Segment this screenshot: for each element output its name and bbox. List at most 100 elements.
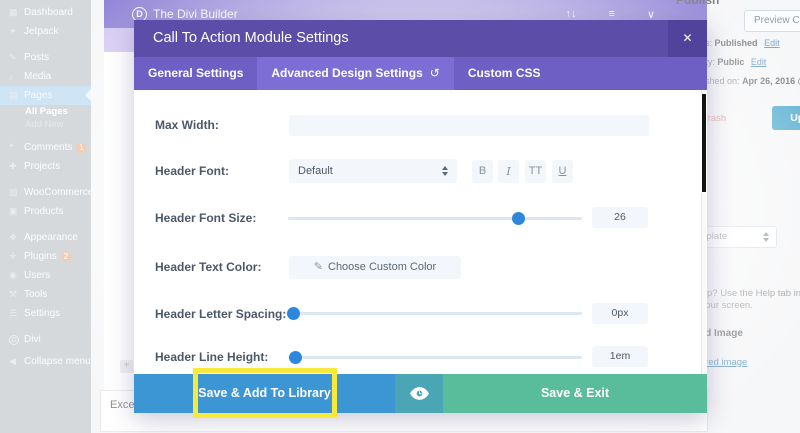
sidebar-item-label: Appearance	[24, 232, 78, 243]
header-font-size-label: Header Font Size:	[155, 211, 256, 225]
max-width-input[interactable]	[289, 115, 649, 136]
tab-general-settings[interactable]: General Settings	[134, 57, 257, 90]
jetpack-icon: ✦	[9, 26, 24, 37]
max-width-label: Max Width:	[155, 118, 219, 132]
sidebar-item-collapse-menu[interactable]: ◀Collapse menu	[0, 352, 91, 371]
comments-icon: ❝	[9, 142, 24, 153]
modal-body: Max Width: Header Font: Default B I TT U…	[134, 90, 707, 374]
sidebar-item-divi[interactable]: DDivi	[0, 330, 91, 349]
sidebar-item-label: All Pages	[25, 106, 68, 117]
eye-icon	[410, 387, 429, 400]
header-font-size-slider[interactable]	[288, 217, 582, 220]
modal-footer: Save & Add To Library Save & Exit	[134, 374, 707, 413]
woocommerce-icon: ▥	[9, 187, 24, 198]
divi-menu-icon: D	[9, 334, 24, 345]
underline-button[interactable]: U	[552, 160, 573, 183]
appearance-icon: ❖	[9, 232, 24, 243]
reset-icon[interactable]: ↺	[430, 66, 440, 80]
sidebar-item-woocommerce[interactable]: ▥WooCommerce	[0, 183, 91, 202]
header-text-color-label: Header Text Color:	[155, 260, 261, 274]
italic-button[interactable]: I	[498, 160, 519, 183]
modal-scrollbar-thumb[interactable]	[701, 93, 707, 193]
comments-count-badge: 1	[76, 143, 86, 153]
header-font-select[interactable]: Default	[289, 159, 457, 183]
modal-title: Call To Action Module Settings	[153, 30, 349, 46]
header-letter-spacing-slider[interactable]	[288, 312, 582, 315]
modal-scrollbar-track[interactable]	[701, 90, 707, 374]
save-exit-button[interactable]: Save & Exit	[443, 374, 707, 413]
sidebar-item-label: Products	[24, 206, 63, 217]
sidebar-item-add-new[interactable]: Add New	[0, 118, 91, 131]
sidebar-item-label: Settings	[24, 308, 60, 319]
header-font-value: Default	[298, 165, 333, 177]
media-icon: ♪	[9, 72, 24, 82]
sidebar-item-label: Comments	[24, 142, 72, 153]
header-line-height-label: Header Line Height:	[155, 350, 268, 364]
modal-header: Call To Action Module Settings ✕	[134, 20, 707, 57]
sidebar-item-jetpack[interactable]: ✦Jetpack	[0, 22, 91, 41]
sidebar-item-label: Plugins	[24, 251, 57, 262]
sidebar-item-label: Jetpack	[24, 26, 58, 37]
sidebar-item-label: WooCommerce	[24, 187, 93, 198]
tab-label: General Settings	[148, 66, 243, 80]
save-add-to-library-button[interactable]: Save & Add To Library	[134, 374, 395, 413]
sidebar-item-dashboard[interactable]: ▦Dashboard	[0, 3, 91, 22]
sidebar-item-settings[interactable]: ☰Settings	[0, 304, 91, 323]
header-letter-spacing-value[interactable]: 0px	[592, 303, 648, 324]
dashboard-icon: ▦	[9, 7, 24, 18]
users-icon: ◉	[9, 270, 24, 281]
sidebar-item-label: Divi	[24, 334, 41, 345]
select-arrows-icon	[441, 165, 449, 177]
uppercase-button[interactable]: TT	[525, 160, 546, 183]
sidebar-item-label: Tools	[24, 289, 47, 300]
sidebar-item-label: Posts	[24, 52, 49, 63]
modal-tabs: General Settings Advanced Design Setting…	[134, 57, 707, 90]
sidebar-item-plugins[interactable]: ✛Plugins2	[0, 247, 91, 266]
tab-label: Advanced Design Settings	[271, 66, 422, 80]
header-font-label: Header Font:	[155, 164, 229, 178]
sidebar-item-label: Pages	[24, 90, 52, 101]
tools-icon: ⚒	[9, 289, 24, 300]
preview-button[interactable]	[395, 374, 443, 413]
sidebar-item-label: Add New	[25, 119, 64, 130]
sidebar-item-all-pages[interactable]: All Pages	[0, 105, 91, 118]
sidebar-item-appearance[interactable]: ❖Appearance	[0, 228, 91, 247]
tab-custom-css[interactable]: Custom CSS	[454, 57, 555, 90]
choose-custom-color-button[interactable]: ✎ Choose Custom Color	[289, 256, 461, 279]
header-line-height-value[interactable]: 1em	[592, 346, 648, 367]
header-line-height-slider[interactable]	[288, 356, 582, 359]
choose-color-label: Choose Custom Color	[328, 261, 436, 273]
sidebar-item-media[interactable]: ♪Media	[0, 67, 91, 86]
sidebar-item-label: Dashboard	[24, 7, 73, 18]
plugins-icon: ✛	[9, 251, 24, 262]
bold-button[interactable]: B	[472, 160, 493, 183]
projects-icon: ✚	[9, 161, 24, 172]
close-icon[interactable]: ✕	[668, 20, 707, 57]
header-letter-spacing-label: Header Letter Spacing:	[155, 307, 286, 321]
sidebar-item-label: Collapse menu	[24, 356, 91, 367]
pen-icon: ✎	[314, 261, 323, 273]
settings-icon: ☰	[9, 308, 24, 319]
tab-advanced-design-settings[interactable]: Advanced Design Settings ↺	[257, 57, 453, 90]
sidebar-item-tools[interactable]: ⚒Tools	[0, 285, 91, 304]
collapse-icon: ◀	[9, 356, 24, 367]
products-icon: ▣	[9, 206, 24, 217]
slider-handle[interactable]	[512, 212, 525, 225]
sidebar-item-projects[interactable]: ✚Projects	[0, 157, 91, 176]
posts-icon: ✎	[9, 52, 24, 63]
sidebar-item-label: Projects	[24, 161, 60, 172]
sidebar-item-posts[interactable]: ✎Posts	[0, 48, 91, 67]
sidebar-item-label: Users	[24, 270, 50, 281]
sidebar-item-products[interactable]: ▣Products	[0, 202, 91, 221]
header-font-size-value[interactable]: 26	[592, 207, 648, 228]
pages-icon: ▤	[9, 90, 24, 101]
module-settings-modal: Call To Action Module Settings ✕ General…	[134, 20, 707, 413]
slider-handle[interactable]	[289, 351, 302, 364]
sidebar-item-label: Media	[24, 71, 51, 82]
sidebar-item-comments[interactable]: ❝Comments 1	[0, 138, 91, 157]
sidebar-item-pages[interactable]: ▤Pages	[0, 86, 91, 105]
admin-sidebar: ▦Dashboard ✦Jetpack ✎Posts ♪Media ▤Pages…	[0, 0, 91, 433]
slider-handle[interactable]	[287, 307, 300, 320]
tab-label: Custom CSS	[468, 66, 541, 80]
sidebar-item-users[interactable]: ◉Users	[0, 266, 91, 285]
